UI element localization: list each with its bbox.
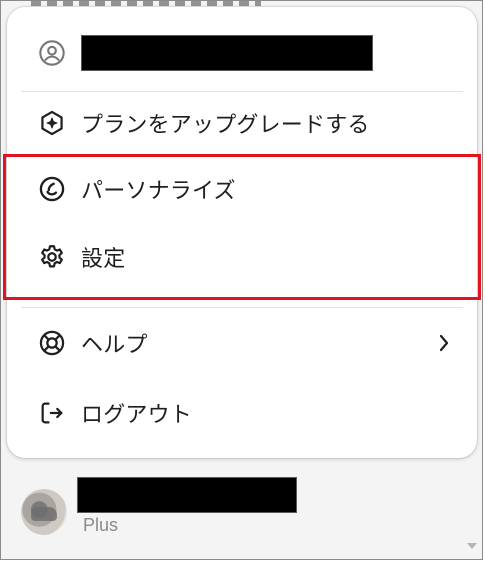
- settings-item[interactable]: 設定: [37, 235, 453, 279]
- lifebuoy-icon: [37, 328, 67, 358]
- logout-icon: [37, 398, 67, 428]
- upgrade-plan-item[interactable]: プランをアップグレードする: [37, 101, 453, 145]
- profile-button[interactable]: Plus: [13, 471, 453, 551]
- help-item[interactable]: ヘルプ: [37, 321, 453, 365]
- personalize-label: パーソナライズ: [81, 179, 236, 204]
- upgrade-plan-label: プランをアップグレードする: [81, 113, 370, 138]
- personalize-icon: [37, 174, 67, 204]
- gear-icon: [37, 242, 67, 272]
- window-frame: プランをアップグレードする パーソナライズ 設定 ヘルプ ログアウト Plus: [0, 0, 483, 560]
- account-menu: プランをアップグレードする パーソナライズ 設定 ヘルプ ログアウト: [7, 7, 477, 458]
- scroll-down-arrow-icon[interactable]: [467, 543, 477, 549]
- settings-label: 設定: [81, 247, 126, 272]
- avatar: [21, 489, 67, 535]
- logout-item[interactable]: ログアウト: [37, 391, 453, 435]
- help-label: ヘルプ: [81, 333, 148, 358]
- chevron-right-icon: [435, 331, 453, 355]
- account-row[interactable]: [37, 31, 453, 75]
- divider: [21, 91, 463, 92]
- sparkle-hex-icon: [37, 108, 67, 138]
- profile-plan-label: Plus: [83, 515, 119, 535]
- profile-name-redacted: [77, 477, 297, 513]
- account-name-redacted: [81, 35, 373, 71]
- divider: [21, 307, 463, 308]
- logout-label: ログアウト: [81, 403, 193, 428]
- user-circle-icon: [37, 38, 67, 68]
- personalize-item[interactable]: パーソナライズ: [37, 167, 453, 211]
